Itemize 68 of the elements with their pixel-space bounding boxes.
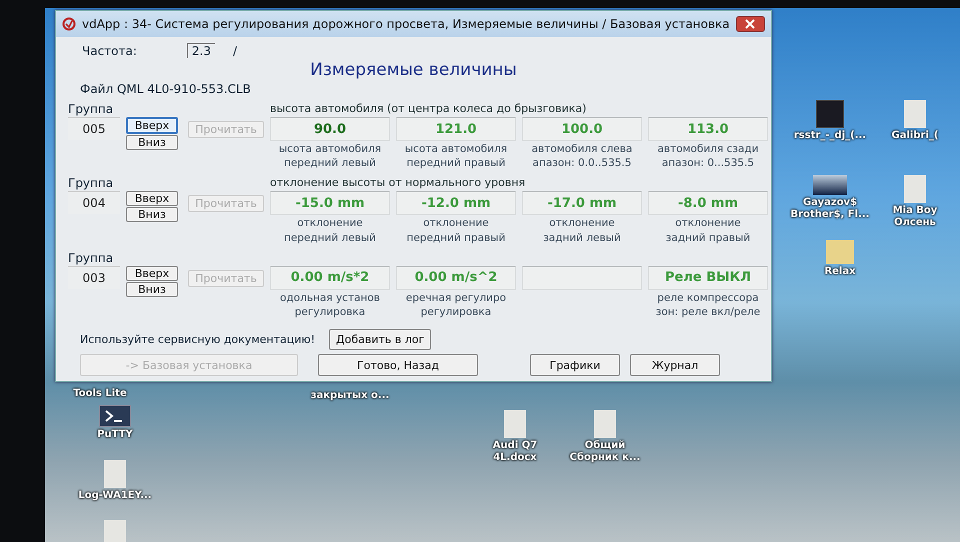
separator-text: /	[233, 44, 238, 58]
value-field: Реле ВЫКЛ	[648, 266, 768, 290]
down-button[interactable]: Вниз	[126, 135, 178, 150]
value-field: -15.0 mm	[270, 191, 390, 216]
icon-label[interactable]: Galibri_(	[892, 130, 938, 142]
file-label: Файл QML 4L0-910-553.CLB	[80, 82, 252, 96]
value-description: отклонение задний правый	[664, 216, 752, 245]
add-to-log-button[interactable]: Добавить в лог	[329, 329, 432, 350]
frequency-label: Частота:	[82, 44, 137, 58]
value-description: автомобиля слева апазон: 0.0..535.5	[530, 142, 634, 170]
icon-label[interactable]: Audi Q7 4L.docx	[475, 440, 555, 463]
group-caption: отклонение высоты от нормального уровня	[270, 176, 526, 190]
icon-label[interactable]: Relax	[824, 266, 856, 278]
document-icon[interactable]	[904, 175, 926, 203]
value-field: -8.0 mm	[648, 191, 768, 216]
value-description: отклонение передний правый	[406, 216, 506, 245]
window-title: vdApp : 34- Система регулирования дорожного просвета, Измеряемые величины / Базовая установка	[82, 17, 730, 31]
value-description: отклонение передний левый	[282, 216, 378, 245]
group-caption: высота автомобиля (от центра колеса до брызговика)	[270, 102, 588, 115]
icon-label[interactable]: Gayazov$ Brother$, Fl...	[790, 197, 870, 220]
action-button[interactable]: Графики	[530, 354, 620, 376]
icon-label[interactable]: Log-WA1EY...	[78, 490, 152, 502]
app-icon	[62, 17, 76, 31]
document-icon[interactable]	[594, 410, 616, 438]
icon-label[interactable]: закрытых о...	[310, 390, 390, 402]
value-description: ысота автомобиля передний левый	[278, 142, 382, 170]
close-icon	[745, 19, 756, 29]
icon-label[interactable]: Общий Сборник к...	[565, 440, 645, 463]
group-label: Группа	[68, 250, 114, 265]
value-field: 90.0	[270, 117, 390, 141]
group-label: Группа	[68, 176, 114, 190]
folder-icon[interactable]	[826, 240, 854, 264]
value-field: 121.0	[396, 117, 516, 141]
value-field: -17.0 mm	[522, 191, 642, 216]
up-button[interactable]: Вверх	[126, 191, 178, 206]
close-button[interactable]	[736, 16, 765, 32]
group-label: Группа	[68, 102, 114, 116]
value-field: 100.0	[522, 117, 642, 141]
value-field: 113.0	[648, 117, 768, 141]
up-button[interactable]: Вверх	[126, 266, 178, 281]
value-description: ысота автомобиля передний правый	[404, 142, 508, 170]
terminal-icon[interactable]	[99, 405, 131, 427]
document-icon[interactable]	[904, 100, 926, 128]
value-field: 0.00 m/s^2	[396, 266, 516, 290]
value-field: -12.0 mm	[396, 191, 516, 216]
value-field: 0.00 m/s*2	[270, 266, 390, 290]
value-description: отклонение задний левый	[542, 216, 622, 245]
action-button[interactable]: Готово, Назад	[318, 354, 478, 376]
icon-label[interactable]: rsstr_-_dj_(...	[794, 130, 866, 142]
app-icon[interactable]	[816, 100, 844, 128]
document-icon[interactable]	[504, 410, 526, 438]
icon-label[interactable]: PuTTY	[97, 429, 133, 440]
up-button[interactable]: Вверх	[126, 117, 178, 134]
icon-label[interactable]: Tools Lite	[73, 388, 127, 400]
photo-file-icon[interactable]	[813, 175, 847, 195]
notice-text: Используйте сервисную документацию!	[80, 333, 316, 346]
value-description: автомобиля сзади апазон: 0...535.5	[656, 142, 760, 170]
value-description: еречная регулиро регулировка	[404, 290, 508, 320]
heading: Измеряемые величины	[309, 60, 518, 80]
frequency-field: 2.3	[186, 43, 215, 58]
value-description: реле компрессора зон: реле вкл/реле	[654, 290, 762, 320]
down-button[interactable]: Вниз	[126, 282, 178, 297]
icon-label[interactable]: Mia Boy Олсень	[875, 205, 955, 228]
action-button[interactable]: Журнал	[630, 354, 720, 376]
down-button[interactable]: Вниз	[126, 207, 178, 222]
document-icon[interactable]	[104, 520, 126, 542]
document-icon[interactable]	[104, 460, 126, 488]
value-description: одольная установ регулировка	[279, 290, 381, 320]
